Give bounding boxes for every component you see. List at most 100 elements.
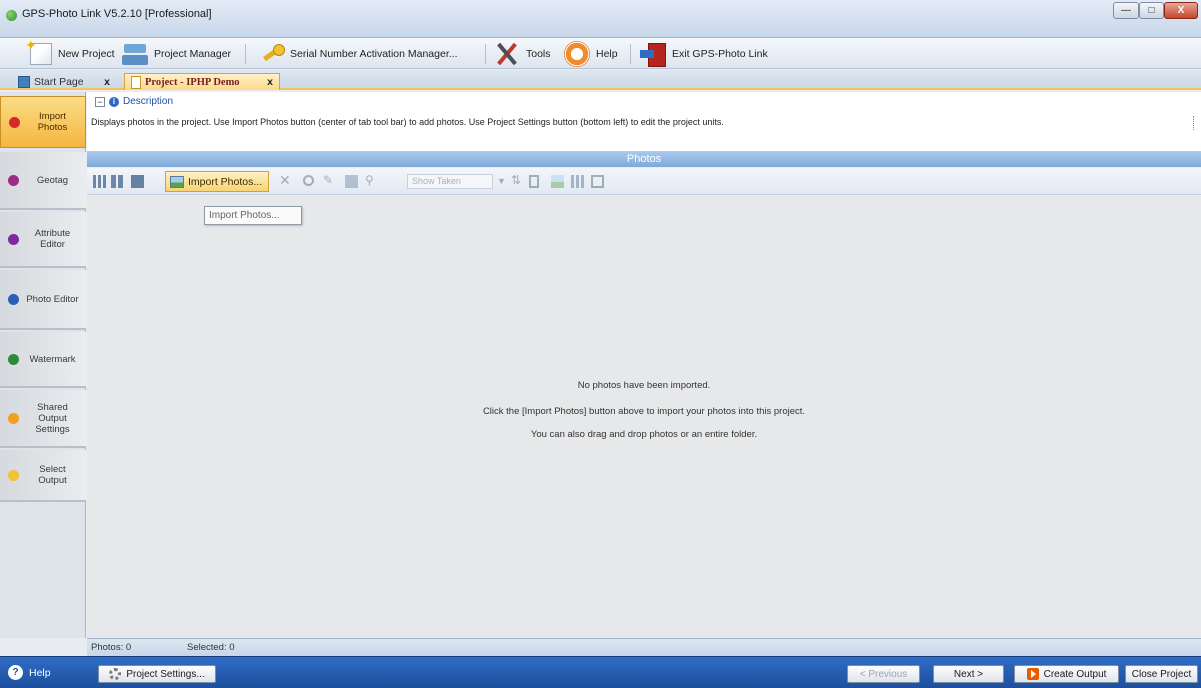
sort-filter-select[interactable]: Show Taken: [407, 174, 493, 189]
minimize-button[interactable]: —: [1113, 2, 1139, 19]
exit-label: Exit GPS-Photo Link: [672, 47, 768, 60]
toolbar-separator: [245, 44, 246, 64]
key-icon: [262, 43, 285, 65]
tab-start-page-label: Start Page: [34, 75, 84, 88]
app-icon: [6, 10, 17, 21]
previous-button[interactable]: < Previous: [847, 665, 920, 683]
collapse-icon[interactable]: −: [95, 96, 105, 107]
step-4-icon: [8, 293, 19, 305]
empty-message-drag-drop: You can also drag and drop photos or an …: [530, 429, 758, 440]
frame-icon[interactable]: [529, 175, 539, 188]
step-6-icon: [8, 412, 19, 424]
gear-icon: [109, 668, 122, 680]
description-header: − i Description: [95, 96, 173, 107]
sidebar-item-label: Select Output: [38, 464, 67, 486]
sidebar-item-photo-editor[interactable]: Photo Editor: [0, 270, 86, 330]
project-settings-button[interactable]: Project Settings...: [98, 665, 216, 683]
status-bar: Photos: 0 Selected: 0: [87, 638, 1201, 656]
close-tab-icon[interactable]: x: [267, 76, 273, 88]
exit-door-icon: [640, 42, 666, 67]
step-1-icon: [9, 116, 20, 128]
close-project-button[interactable]: Close Project: [1125, 665, 1198, 683]
bottom-bar: ? Help Project Settings... < Previous Ne…: [0, 656, 1201, 688]
project-manager-icon: [122, 42, 148, 66]
tools-button[interactable]: Tools: [490, 40, 555, 67]
details-view-icon[interactable]: [131, 175, 144, 188]
create-output-icon: [1026, 668, 1039, 680]
main-toolbar: New Project Project Manager Serial Numbe…: [0, 37, 1201, 69]
photos-list-area[interactable]: No photos have been imported. Click the …: [87, 196, 1201, 638]
chevron-down-icon[interactable]: ▼: [497, 176, 510, 189]
sidebar-item-label: Attribute Editor: [34, 228, 71, 250]
import-image-icon: [170, 175, 184, 188]
sidebar-item-shared-output-settings[interactable]: Shared Output Settings: [0, 390, 86, 448]
sort-icon[interactable]: ⇅: [511, 173, 524, 187]
columns-icon[interactable]: [571, 175, 584, 188]
window-title: GPS-Photo Link V5.2.10 [Professional]: [22, 8, 212, 20]
tools-icon: [494, 41, 520, 67]
sidebar-item-label: Import Photos: [37, 111, 68, 133]
empty-message-title: No photos have been imported.: [577, 380, 711, 391]
copy-icon[interactable]: [345, 175, 358, 188]
project-doc-icon: [131, 75, 141, 89]
help-label: Help: [29, 666, 51, 679]
project-manager-label: Project Manager: [154, 47, 232, 60]
create-output-button[interactable]: Create Output: [1014, 665, 1119, 683]
image-icon[interactable]: [551, 175, 564, 188]
window-icon[interactable]: [591, 175, 604, 188]
exit-button[interactable]: Exit GPS-Photo Link: [636, 40, 772, 67]
sidebar-item-import-photos[interactable]: Import Photos: [0, 96, 86, 148]
selected-count: Selected: 0: [187, 642, 235, 653]
help-toolbar-button[interactable]: Help: [560, 40, 622, 67]
next-button[interactable]: Next >: [933, 665, 1004, 683]
description-scroll-handle[interactable]: [1193, 116, 1199, 130]
project-settings-label: Project Settings...: [126, 668, 205, 680]
project-manager-button[interactable]: Project Manager: [118, 40, 235, 67]
sidebar-item-geotag[interactable]: Geotag: [0, 152, 86, 210]
serial-activation-label: Serial Number Activation Manager...: [290, 47, 458, 60]
tab-project[interactable]: Project - IPHP Demo x: [124, 73, 280, 90]
close-window-button[interactable]: X: [1164, 2, 1198, 19]
start-page-icon: [18, 75, 30, 88]
photos-count: Photos: 0: [91, 642, 132, 653]
info-icon: i: [109, 96, 119, 107]
help-toolbar-label: Help: [596, 47, 618, 60]
close-tab-icon[interactable]: x: [104, 76, 110, 88]
description-text: Displays photos in the project. Use Impo…: [91, 117, 724, 127]
maximize-button[interactable]: □: [1139, 2, 1164, 19]
tab-start-page[interactable]: Start Page x: [12, 73, 116, 90]
step-5-icon: [8, 353, 19, 365]
sidebar-item-label: Geotag: [36, 174, 69, 186]
small-thumbnails-icon[interactable]: [93, 175, 106, 188]
tools-label: Tools: [526, 47, 551, 60]
step-7-icon: [8, 469, 19, 481]
new-project-button[interactable]: New Project: [25, 37, 119, 67]
create-output-label: Create Output: [1043, 668, 1107, 680]
new-project-label: New Project: [58, 47, 115, 60]
import-photos-tooltip: Import Photos...: [204, 206, 302, 225]
photos-toolbar: Import Photos... ✕ ✎ ⚲ Show Taken ▼ ⇅: [87, 168, 1201, 195]
workflow-sidebar: Import Photos Geotag Attribute Editor Ph…: [0, 92, 86, 638]
remove-icon[interactable]: ✕: [279, 172, 292, 188]
description-panel: − i Description Displays photos in the p…: [87, 92, 1201, 152]
sidebar-item-label: Watermark: [29, 353, 76, 365]
edit-icon[interactable]: ✎: [323, 173, 336, 187]
toolbar-separator: [485, 44, 486, 64]
step-3-icon: [8, 233, 19, 245]
sidebar-item-label: Shared Output Settings: [35, 401, 70, 435]
large-thumbnails-icon[interactable]: [111, 175, 124, 188]
lifebuoy-help-icon: [564, 40, 590, 67]
sidebar-item-attribute-editor[interactable]: Attribute Editor: [0, 212, 86, 268]
description-title: Description: [123, 96, 174, 107]
sidebar-item-select-output[interactable]: Select Output: [0, 450, 86, 502]
toolbar-separator: [630, 44, 631, 64]
sidebar-item-watermark[interactable]: Watermark: [0, 332, 86, 388]
import-photos-button[interactable]: Import Photos...: [165, 171, 270, 192]
help-button[interactable]: ? Help: [8, 665, 51, 680]
rotate-icon[interactable]: [303, 175, 314, 186]
step-2-icon: [8, 174, 19, 186]
tab-project-label: Project - IPHP Demo: [145, 76, 240, 88]
serial-activation-button[interactable]: Serial Number Activation Manager...: [258, 40, 462, 67]
help-icon: ?: [8, 665, 23, 680]
locate-icon[interactable]: ⚲: [365, 173, 378, 187]
